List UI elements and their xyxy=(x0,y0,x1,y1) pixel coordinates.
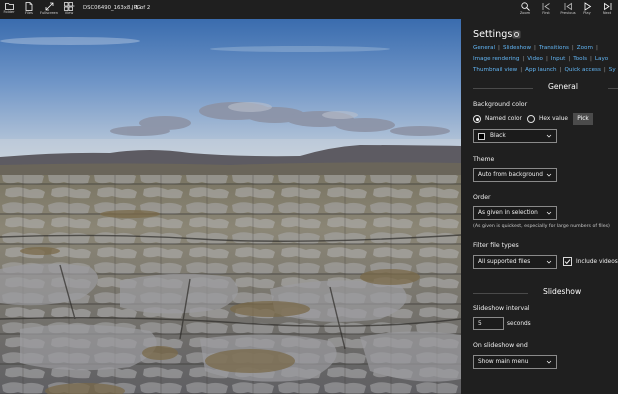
view-button[interactable]: View xyxy=(62,0,76,19)
nav-link-tools[interactable]: Tools xyxy=(573,56,587,62)
files-button[interactable]: Files xyxy=(22,0,36,19)
nav-link-transitions[interactable]: Transitions xyxy=(539,45,569,51)
theme-select-value: Auto from background xyxy=(478,172,543,178)
hex-value-radio[interactable] xyxy=(527,115,535,123)
nav-link-system[interactable]: Sy xyxy=(609,67,616,73)
play-icon xyxy=(584,2,591,11)
nav-link-zoom[interactable]: Zoom xyxy=(577,45,593,51)
fullscreen-icon xyxy=(45,2,53,11)
slideshow-interval-label: Slideshow interval xyxy=(473,305,530,312)
page-count: 1 of 2 xyxy=(135,5,151,11)
settings-gear-icon[interactable] xyxy=(512,30,521,39)
color-select-value: Black xyxy=(490,133,506,139)
chevron-down-icon xyxy=(546,260,552,264)
nav-link-slideshow[interactable]: Slideshow xyxy=(503,45,531,51)
divider-line xyxy=(608,88,618,89)
next-icon xyxy=(603,2,611,11)
nav-link-input[interactable]: Input xyxy=(551,56,565,62)
settings-nav-row-1: General | Slideshow | Transitions | Zoom | xyxy=(473,45,598,51)
include-videos-checkbox[interactable] xyxy=(563,257,572,266)
slideshow-interval-input[interactable]: 5 xyxy=(473,317,504,330)
magnifier-icon xyxy=(520,2,530,11)
filter-file-types-label: Filter file types xyxy=(473,242,519,249)
next-label: Next xyxy=(602,11,612,15)
color-swatch xyxy=(478,133,485,140)
filter-select-value: All supported files xyxy=(478,259,531,265)
play-label: Play xyxy=(583,11,591,15)
previous-icon xyxy=(564,2,572,11)
order-hint: (As given is quickest, especially for la… xyxy=(473,224,610,229)
slideshow-end-select[interactable]: Show main menu xyxy=(473,355,557,369)
chevron-down-icon xyxy=(546,211,552,215)
interval-unit: seconds xyxy=(507,321,531,327)
files-label: Files xyxy=(25,11,33,15)
order-select[interactable]: As given in selection xyxy=(473,206,557,220)
toolbar: Folder Files Fullscreen View DSC06490_16… xyxy=(0,0,618,19)
general-section-title: General xyxy=(548,82,578,91)
settings-nav-row-3: Thumbnail view | App launch | Quick access | S… xyxy=(473,67,616,73)
chevron-down-icon xyxy=(546,173,552,177)
landscape-photo xyxy=(0,19,461,394)
theme-label: Theme xyxy=(473,156,495,163)
include-videos-label: Include videos xyxy=(576,259,618,265)
previous-label: Previous xyxy=(560,11,576,15)
zoom-button[interactable]: Zoom xyxy=(518,0,532,19)
first-label: First xyxy=(542,11,550,15)
slideshow-section-header: Slideshow xyxy=(473,287,618,299)
general-section-header: General xyxy=(473,82,618,94)
order-select-value: As given in selection xyxy=(478,210,538,216)
slideshow-end-value: Show main menu xyxy=(478,359,529,365)
nav-link-thumbnail-view[interactable]: Thumbnail view xyxy=(473,67,517,73)
chevron-down-icon xyxy=(546,134,552,138)
fullscreen-button[interactable]: Fullscreen xyxy=(40,0,58,19)
chevron-down-icon xyxy=(546,360,552,364)
pick-color-button[interactable]: Pick xyxy=(573,113,593,125)
filter-file-types-select[interactable]: All supported files xyxy=(473,255,557,269)
background-color-label: Background color xyxy=(473,101,528,108)
nav-link-image-rendering[interactable]: Image rendering xyxy=(473,56,519,62)
slideshow-section-title: Slideshow xyxy=(543,287,582,296)
nav-link-general[interactable]: General xyxy=(473,45,495,51)
files-icon xyxy=(25,2,33,11)
settings-panel: Settings General | Slideshow | Transitions | Z… xyxy=(461,19,618,394)
zoom-label: Zoom xyxy=(519,11,531,15)
nav-link-quick-access[interactable]: Quick access xyxy=(564,67,600,73)
divider-line xyxy=(473,88,533,89)
hex-value-label: Hex value xyxy=(539,116,568,122)
named-color-label: Named color xyxy=(485,116,522,122)
settings-nav-row-2: Image rendering | Video | Input | Tools | Layo xyxy=(473,56,609,62)
nav-link-video[interactable]: Video xyxy=(527,56,543,62)
first-button[interactable]: First xyxy=(539,0,553,19)
next-button[interactable]: Next xyxy=(601,0,613,19)
checkmark-icon xyxy=(564,259,571,265)
image-viewer[interactable] xyxy=(0,19,461,394)
theme-select[interactable]: Auto from background xyxy=(473,168,557,182)
grid-view-icon xyxy=(63,2,75,11)
play-button[interactable]: Play xyxy=(581,0,593,19)
folder-button[interactable]: Folder xyxy=(2,0,16,19)
slideshow-interval-value: 5 xyxy=(478,321,482,327)
slideshow-end-label: On slideshow end xyxy=(473,342,528,349)
fullscreen-label: Fullscreen xyxy=(39,11,59,15)
view-label: View xyxy=(64,11,74,15)
named-color-radio[interactable] xyxy=(473,115,481,123)
settings-title: Settings xyxy=(473,29,513,40)
first-icon xyxy=(542,3,550,10)
color-select[interactable]: Black xyxy=(473,129,557,143)
nav-link-app-launch[interactable]: App launch xyxy=(525,67,556,73)
nav-link-layout[interactable]: Layo xyxy=(595,56,608,62)
file-name: DSC06490_163x8.JPG xyxy=(83,5,141,11)
previous-button[interactable]: Previous xyxy=(559,0,577,19)
folder-icon xyxy=(4,3,14,10)
order-label: Order xyxy=(473,194,491,201)
divider-line xyxy=(473,293,528,294)
folder-label: Folder xyxy=(3,10,15,14)
